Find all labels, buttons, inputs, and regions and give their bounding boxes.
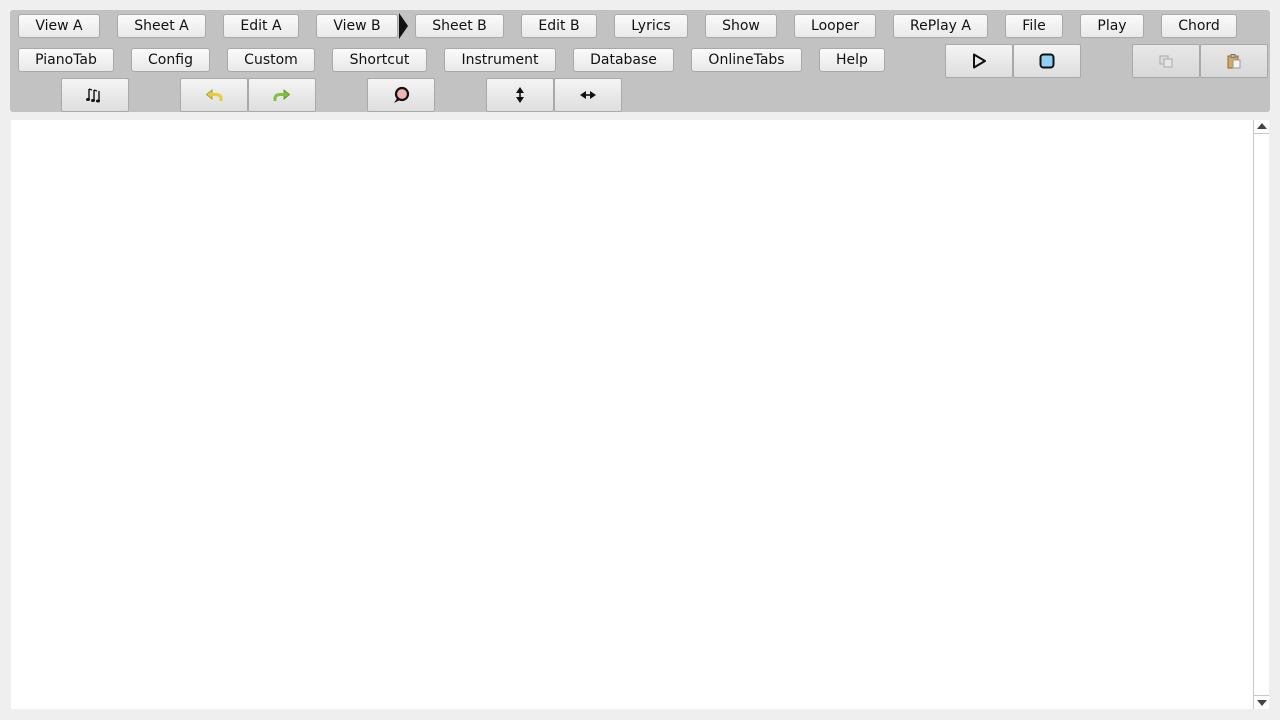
play-menu-button[interactable]: Play [1080, 14, 1144, 38]
notes-button[interactable] [61, 78, 129, 112]
sheet-a-button[interactable]: Sheet A [117, 14, 206, 38]
horizontal-arrows-icon [580, 91, 596, 99]
scroll-up-icon[interactable] [1257, 123, 1267, 129]
play-icon [973, 53, 986, 69]
stop-icon [1039, 53, 1055, 69]
copy-icon [1159, 55, 1173, 68]
copy-button[interactable] [1132, 44, 1200, 78]
chord-button[interactable]: Chord [1161, 14, 1237, 38]
sheet-canvas[interactable] [11, 120, 1269, 709]
edit-a-button[interactable]: Edit A [223, 14, 299, 38]
active-marker-icon [399, 13, 408, 39]
lyrics-button[interactable]: Lyrics [614, 14, 688, 38]
paste-button[interactable] [1200, 44, 1268, 78]
undo-button[interactable] [180, 78, 248, 112]
database-button[interactable]: Database [573, 48, 674, 72]
edit-b-button[interactable]: Edit B [521, 14, 597, 38]
view-b-button[interactable]: View B [316, 14, 398, 38]
loop-icon [394, 86, 410, 103]
music-notes-icon [86, 88, 100, 103]
instrument-button[interactable]: Instrument [444, 48, 556, 72]
scroll-divider-bottom [1254, 695, 1269, 696]
paste-icon [1227, 54, 1241, 69]
replay-a-button[interactable]: RePlay A [893, 14, 988, 38]
onlinetabs-button[interactable]: OnlineTabs [691, 48, 802, 72]
custom-button[interactable]: Custom [227, 48, 315, 72]
horizontal-resize-button[interactable] [554, 78, 622, 112]
vertical-resize-button[interactable] [486, 78, 554, 112]
view-a-button[interactable]: View A [18, 14, 100, 38]
scroll-down-icon[interactable] [1257, 700, 1267, 706]
help-button[interactable]: Help [819, 48, 885, 72]
pianotab-button[interactable]: PianoTab [18, 48, 114, 72]
sheet-b-button[interactable]: Sheet B [415, 14, 504, 38]
loop-button[interactable] [367, 78, 435, 112]
redo-icon [273, 89, 291, 101]
undo-icon [205, 89, 223, 101]
stop-button[interactable] [1013, 44, 1081, 78]
play-button[interactable] [945, 44, 1013, 78]
redo-button[interactable] [248, 78, 316, 112]
vertical-scrollbar[interactable] [1253, 120, 1269, 709]
vertical-arrows-icon [516, 87, 524, 103]
file-button[interactable]: File [1005, 14, 1063, 38]
shortcut-button[interactable]: Shortcut [332, 48, 427, 72]
scroll-divider-top [1254, 133, 1269, 134]
looper-button[interactable]: Looper [794, 14, 876, 38]
show-button[interactable]: Show [705, 14, 777, 38]
config-button[interactable]: Config [131, 48, 210, 72]
